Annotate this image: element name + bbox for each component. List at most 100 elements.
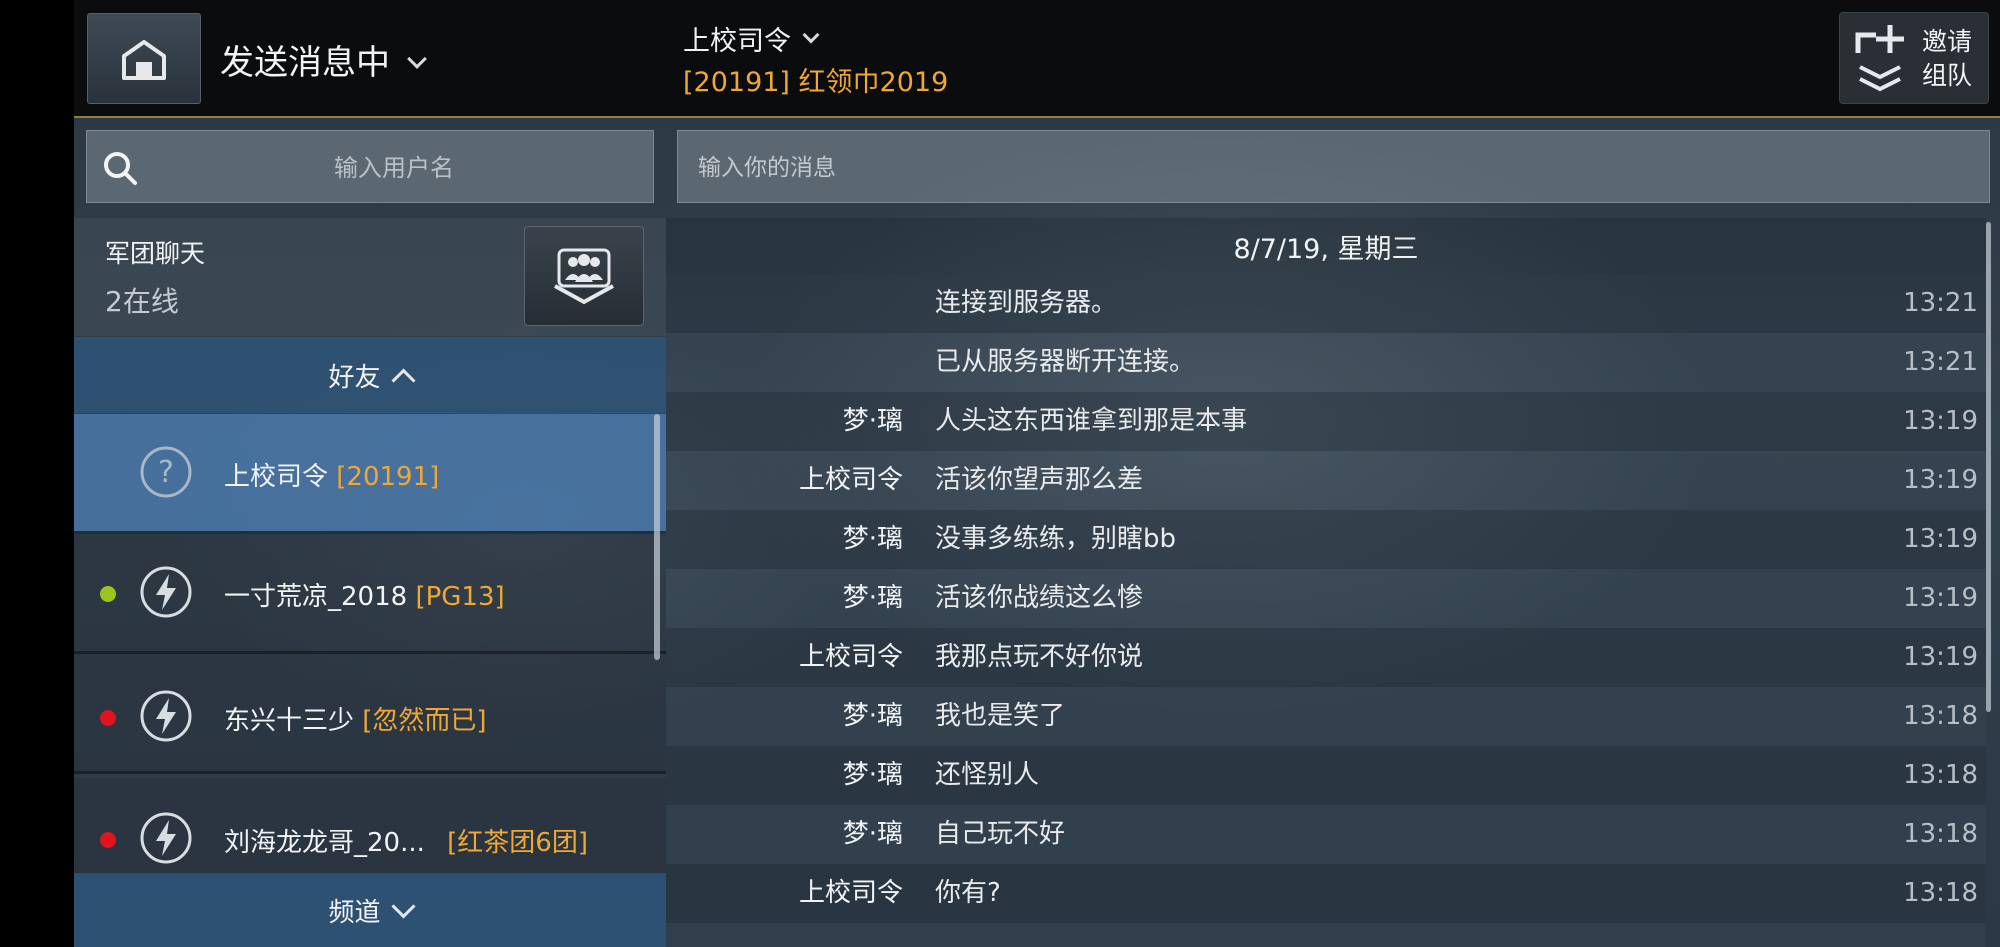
invite-label-line2: 组队 <box>1922 61 1973 90</box>
message-sender[interactable]: 梦·璃 <box>843 392 903 451</box>
offline-status-dot <box>100 832 116 848</box>
chat-subtitle: [20191] 红领巾2019 <box>683 67 949 98</box>
message-row: 已从服务器断开连接。 13:21 <box>666 333 1986 392</box>
friends-label: 好友 <box>328 362 381 393</box>
invite-label-line1: 邀请 <box>1922 27 1973 56</box>
message-time: 13:19 <box>1903 465 1978 495</box>
message-text: 还怪别人 <box>935 760 1040 790</box>
message-text: 自己玩不好 <box>935 819 1066 849</box>
message-sender[interactable]: 上校司令 <box>799 451 903 510</box>
online-status-dot <box>100 586 116 602</box>
friend-name: 东兴十三少 <box>224 706 355 736</box>
search-icon <box>104 152 137 185</box>
message-text: 活该你战绩这么惨 <box>935 583 1144 613</box>
friend-row[interactable]: 一寸荒凉_2018 [PG13] <box>74 534 666 654</box>
legion-members-button[interactable] <box>524 226 644 326</box>
invite-plus-icon <box>1855 25 1904 92</box>
message-input[interactable] <box>696 131 1980 204</box>
app-window: 发送消息中 上校司令 [20191] 红领巾2019 邀请 组队 输入用户名 军… <box>74 0 2000 947</box>
message-text: 活该你望声那么差 <box>935 465 1144 495</box>
message-row-partial <box>666 923 1986 947</box>
username-search-input[interactable] <box>147 131 641 204</box>
message-text: 我也是笑了 <box>935 701 1066 731</box>
top-bar: 发送消息中 上校司令 [20191] 红领巾2019 邀请 组队 <box>74 0 2000 118</box>
message-time: 13:19 <box>1903 583 1978 613</box>
message-time: 13:18 <box>1903 701 1978 731</box>
message-sender[interactable]: 上校司令 <box>799 628 903 687</box>
friend-name: 上校司令 <box>224 462 329 492</box>
chevron-down-icon <box>407 49 427 69</box>
message-row: 梦·璃 我也是笑了 13:18 <box>666 687 1986 746</box>
send-status-label: 发送消息中 <box>220 42 390 83</box>
friend-row[interactable]: ? 上校司令 [20191] <box>74 414 666 534</box>
username-search[interactable] <box>86 130 654 204</box>
friend-tag: [PG13] <box>415 582 505 612</box>
message-sender[interactable]: 梦·璃 <box>843 805 903 864</box>
message-text: 我那点玩不好你说 <box>935 642 1144 672</box>
message-time: 13:18 <box>1903 878 1978 908</box>
legion-chat-panel[interactable]: 军团聊天 2在线 <box>74 218 666 336</box>
friend-tag: [红茶团6团] <box>447 828 588 858</box>
chevron-down-icon <box>802 26 820 44</box>
message-sender[interactable]: 梦·璃 <box>843 569 903 628</box>
friend-name: 一寸荒凉_2018 <box>224 582 408 612</box>
offline-status-dot <box>100 710 116 726</box>
friend-tag: [忽然而已] <box>362 706 487 736</box>
chevron-up-icon <box>390 367 416 393</box>
message-row: 梦·璃 人头这东西谁拿到那是本事 13:19 <box>666 392 1986 451</box>
message-time: 13:21 <box>1903 288 1978 318</box>
friends-section-toggle[interactable]: 好友 <box>74 337 666 413</box>
message-row: 上校司令 活该你望声那么差 13:19 <box>666 451 1986 510</box>
friend-row[interactable]: 刘海龙龙哥_20... [红茶团6团] <box>74 778 666 878</box>
chat-title: 上校司令 <box>683 25 791 57</box>
friend-name-line: 一寸荒凉_2018 [PG13] <box>224 576 505 613</box>
message-row: 梦·璃 自己玩不好 13:18 <box>666 805 1986 864</box>
message-time: 13:18 <box>1903 819 1978 849</box>
message-sender[interactable]: 梦·璃 <box>843 510 903 569</box>
message-row: 梦·璃 没事多练练，别瞎bb 13:19 <box>666 510 1986 569</box>
message-time: 13:21 <box>1903 347 1978 377</box>
send-status-dropdown[interactable]: 发送消息中 <box>220 34 427 84</box>
message-row: 上校司令 你有? 13:18 <box>666 864 1986 923</box>
friend-tag: [20191] <box>336 462 440 492</box>
friend-name-line: 东兴十三少 [忽然而已] <box>224 700 487 737</box>
friend-name-line: 刘海龙龙哥_20... [红茶团6团] <box>224 822 588 859</box>
svg-text:?: ? <box>158 455 174 490</box>
message-time: 13:18 <box>1903 760 1978 790</box>
lightning-icon <box>140 690 192 742</box>
channels-label: 频道 <box>328 897 381 928</box>
friend-row[interactable]: 东兴十三少 [忽然而已] <box>74 654 666 774</box>
message-text: 人头这东西谁拿到那是本事 <box>935 406 1248 436</box>
message-text: 已从服务器断开连接。 <box>935 347 1196 377</box>
lightning-icon <box>140 812 192 864</box>
friends-scrollbar[interactable] <box>654 414 660 660</box>
group-icon <box>554 248 614 305</box>
chat-header[interactable]: 上校司令 [20191] 红领巾2019 <box>683 20 948 99</box>
date-separator: 8/7/19, 星期三 <box>666 218 1986 274</box>
friend-name: 刘海龙龙哥_20... <box>224 828 425 858</box>
message-sender[interactable]: 上校司令 <box>799 864 903 923</box>
message-time: 13:19 <box>1903 406 1978 436</box>
message-sender[interactable]: 梦·璃 <box>843 746 903 805</box>
legion-online-count: 2在线 <box>105 285 179 318</box>
home-button[interactable] <box>87 13 201 104</box>
message-row: 上校司令 我那点玩不好你说 13:19 <box>666 628 1986 687</box>
message-text: 连接到服务器。 <box>935 288 1118 318</box>
message-row: 梦·璃 还怪别人 13:18 <box>666 746 1986 805</box>
chat-scrollbar[interactable] <box>1986 222 1991 712</box>
channels-section-toggle[interactable]: 频道 <box>74 873 666 947</box>
friend-name-line: 上校司令 [20191] <box>224 456 439 493</box>
message-row: 连接到服务器。 13:21 <box>666 274 1986 333</box>
message-sender[interactable]: 梦·璃 <box>843 687 903 746</box>
lightning-icon <box>140 566 192 618</box>
message-time: 13:19 <box>1903 524 1978 554</box>
invite-to-team-button[interactable]: 邀请 组队 <box>1839 12 1989 104</box>
question-icon: ? <box>140 446 192 498</box>
message-input-box[interactable] <box>677 130 1990 204</box>
home-icon <box>122 39 166 80</box>
chevron-down-icon <box>390 893 416 919</box>
message-time: 13:19 <box>1903 642 1978 672</box>
message-text: 你有? <box>935 878 1001 908</box>
message-text: 没事多练练，别瞎bb <box>935 524 1177 554</box>
legion-chat-title: 军团聊天 <box>105 239 206 268</box>
